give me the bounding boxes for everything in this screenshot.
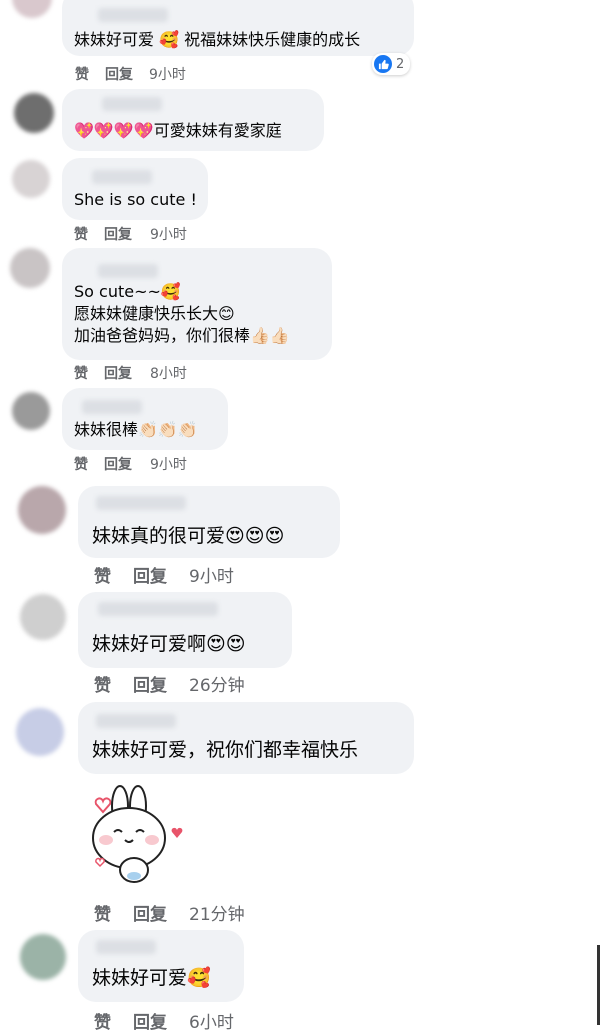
avatar[interactable] — [20, 594, 66, 640]
author-name-blurred[interactable] — [92, 170, 152, 184]
reply-button[interactable]: 回复 — [104, 363, 132, 383]
avatar[interactable] — [20, 934, 66, 980]
comment-bubble: She is so cute ! — [62, 158, 208, 220]
reaction-count[interactable]: 2 — [372, 53, 411, 75]
like-button[interactable]: 赞 — [94, 671, 111, 696]
reply-button[interactable]: 回复 — [105, 64, 133, 84]
comment-text: 妹妹好可爱 🥰 祝福妹妹快乐健康的成长 — [74, 30, 361, 49]
comment-actions: 赞 回复 21分钟 — [94, 900, 245, 925]
comment-text: 妹妹好可爱啊😍😍 — [92, 633, 246, 655]
comment-actions: 赞 回复 9小时 — [74, 454, 187, 474]
comment-bubble: 妹妹很棒👏🏻👏🏻👏🏻 — [62, 388, 228, 450]
author-name-blurred[interactable] — [96, 714, 176, 728]
avatar[interactable] — [10, 248, 50, 288]
avatar[interactable] — [12, 0, 52, 18]
comment-bubble: 妹妹好可爱，祝你们都幸福快乐 — [78, 702, 414, 774]
comment-text: 妹妹好可爱，祝你们都幸福快乐 — [92, 739, 359, 761]
timestamp[interactable]: 9小时 — [189, 562, 234, 587]
comment-actions: 赞 回复 9小时 — [75, 64, 186, 84]
author-name-blurred[interactable] — [96, 940, 156, 954]
like-button[interactable]: 赞 — [75, 64, 89, 84]
comment-text-line-3: 加油爸爸妈妈，你们很棒👍🏻👍🏻 — [74, 326, 290, 345]
timestamp[interactable]: 21分钟 — [189, 900, 245, 925]
like-button[interactable]: 赞 — [74, 454, 88, 474]
avatar[interactable] — [16, 708, 64, 756]
reply-button[interactable]: 回复 — [133, 562, 167, 587]
reply-button[interactable]: 回复 — [133, 900, 167, 925]
comment-bubble: 💖💖💖💖可愛妹妹有愛家庭 — [62, 89, 324, 151]
comment-text: 妹妹很棒👏🏻👏🏻👏🏻 — [74, 420, 198, 439]
comment-bubble: 妹妹好可爱啊😍😍 — [78, 592, 292, 668]
like-icon — [374, 55, 392, 73]
comment-actions: 赞 回复 26分钟 — [94, 671, 245, 696]
author-name-blurred[interactable] — [98, 8, 168, 22]
reply-button[interactable]: 回复 — [104, 454, 132, 474]
comment-actions: 赞 回复 6小时 — [94, 1008, 234, 1033]
comment-actions: 赞 回复 9小时 — [74, 224, 187, 244]
avatar[interactable] — [12, 392, 50, 430]
timestamp[interactable]: 9小时 — [149, 64, 186, 84]
comment-text: 妹妹真的很可爱😍😍😍 — [92, 525, 285, 547]
bunny-sticker — [80, 780, 190, 890]
comment-actions: 赞 回复 9小时 — [94, 562, 234, 587]
reply-button[interactable]: 回复 — [104, 224, 132, 244]
author-name-blurred[interactable] — [102, 97, 162, 111]
author-name-blurred[interactable] — [96, 496, 186, 510]
like-button[interactable]: 赞 — [74, 224, 88, 244]
like-button[interactable]: 赞 — [94, 900, 111, 925]
comment-bubble: 妹妹好可爱🥰 — [78, 930, 244, 1002]
timestamp[interactable]: 8小时 — [150, 363, 187, 383]
timestamp[interactable]: 9小时 — [150, 224, 187, 244]
author-name-blurred[interactable] — [98, 602, 218, 616]
reply-button[interactable]: 回复 — [133, 1008, 167, 1033]
reaction-count-label: 2 — [396, 56, 405, 72]
like-button[interactable]: 赞 — [74, 363, 88, 383]
avatar[interactable] — [12, 160, 50, 198]
comment-bubble: 妹妹真的很可爱😍😍😍 — [78, 486, 340, 558]
timestamp[interactable]: 9小时 — [150, 454, 187, 474]
comment-text: 妹妹好可爱🥰 — [92, 967, 211, 989]
like-button[interactable]: 赞 — [94, 1008, 111, 1033]
avatar[interactable] — [14, 93, 54, 133]
timestamp[interactable]: 6小时 — [189, 1008, 234, 1033]
comment-text-line-1: So cute~~🥰 — [74, 282, 181, 301]
comment-text-line-2: 愿妹妹健康快乐长大😊 — [74, 304, 235, 323]
author-name-blurred[interactable] — [82, 400, 142, 414]
comment-actions: 赞 回复 8小时 — [74, 363, 187, 383]
author-name-blurred[interactable] — [98, 264, 158, 278]
timestamp[interactable]: 26分钟 — [189, 671, 245, 696]
reply-button[interactable]: 回复 — [133, 671, 167, 696]
comment-text: She is so cute ! — [74, 190, 197, 209]
avatar[interactable] — [18, 486, 66, 534]
comment-bubble: 妹妹好可爱 🥰 祝福妹妹快乐健康的成长 — [62, 0, 414, 56]
like-button[interactable]: 赞 — [94, 562, 111, 587]
comment-text: 💖💖💖💖可愛妹妹有愛家庭 — [74, 121, 282, 140]
comment-bubble: So cute~~🥰 愿妹妹健康快乐长大😊 加油爸爸妈妈，你们很棒👍🏻👍🏻 — [62, 248, 332, 360]
